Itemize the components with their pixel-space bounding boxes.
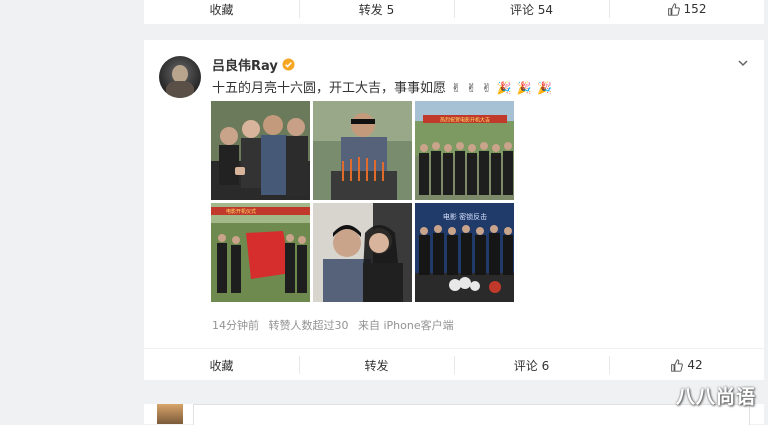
victory-hand-icon: ✌ <box>451 81 462 95</box>
post-source: 来自 iPhone客户端 <box>358 319 454 332</box>
photo-6[interactable]: 电影 密锁反击 <box>415 203 514 302</box>
verified-badge-icon <box>282 58 295 71</box>
post-meta: 14分钟前 转赞人数超过30 来自 iPhone客户端 <box>212 317 454 333</box>
repost-info: 转赞人数超过30 <box>268 319 349 332</box>
username-row: 吕良伟Ray <box>212 55 295 74</box>
party-popper-icon: 🎉 <box>496 81 512 95</box>
photo-4[interactable]: 电影开机仪式 <box>211 203 310 302</box>
like-count: 152 <box>683 2 707 16</box>
photo-4-image: 电影开机仪式 <box>211 203 310 302</box>
post-action-bar: 收藏 转发 评论 6 42 <box>144 348 764 381</box>
like-count: 42 <box>687 358 703 372</box>
photo-3-image: 热烈祝贺电影开机大吉 <box>415 101 514 200</box>
post-time[interactable]: 14分钟前 <box>212 319 259 332</box>
victory-hand-icon: ✌ <box>481 81 492 95</box>
photo-grid: 热烈祝贺电影开机大吉 电影开机仪式 电影 密锁反击 <box>211 101 514 302</box>
photo-4-banner-text: 电影开机仪式 <box>226 208 256 215</box>
photo-1[interactable] <box>211 101 310 200</box>
comment-button[interactable]: 评论 54 <box>454 0 609 24</box>
thumbs-up-icon <box>667 2 680 16</box>
photo-5[interactable] <box>313 203 412 302</box>
repost-button[interactable]: 转发 <box>299 349 454 381</box>
username-link[interactable]: 吕良伟Ray <box>212 55 278 74</box>
photo-6-image: 电影 密锁反击 <box>415 203 514 302</box>
repost-button[interactable]: 转发 5 <box>299 0 454 24</box>
favorite-label: 收藏 <box>209 2 234 17</box>
victory-hand-icon: ✌ <box>466 81 477 95</box>
repost-label: 转发 <box>364 358 389 373</box>
photo-1-image <box>211 101 310 200</box>
repost-label: 转发 5 <box>358 2 395 17</box>
like-button[interactable]: 152 <box>609 0 764 24</box>
like-button[interactable]: 42 <box>609 349 764 381</box>
photo-2-image <box>313 101 412 200</box>
post-text: 十五的月亮十六圆，开工大吉，事事如愿 ✌ ✌ ✌ 🎉 🎉 🎉 <box>212 77 552 96</box>
post-card: 吕良伟Ray 十五的月亮十六圆，开工大吉，事事如愿 ✌ ✌ ✌ 🎉 🎉 🎉 热烈… <box>144 40 764 380</box>
favorite-label: 收藏 <box>209 358 234 373</box>
post-text-content: 十五的月亮十六圆，开工大吉，事事如愿 <box>212 81 447 96</box>
comment-label: 评论 6 <box>513 358 550 373</box>
avatar[interactable] <box>159 56 201 98</box>
party-popper-icon: 🎉 <box>516 81 532 95</box>
avatar-body <box>166 81 194 98</box>
photo-3-banner-text: 热烈祝贺电影开机大吉 <box>440 117 490 124</box>
photo-6-banner-text: 电影 密锁反击 <box>443 212 487 221</box>
favorite-button[interactable]: 收藏 <box>144 0 299 24</box>
favorite-button[interactable]: 收藏 <box>144 349 299 381</box>
comment-input[interactable] <box>193 404 750 425</box>
photo-3[interactable]: 热烈祝贺电影开机大吉 <box>415 101 514 200</box>
thumbs-up-icon <box>671 358 684 372</box>
photo-5-image <box>313 203 412 302</box>
photo-2[interactable] <box>313 101 412 200</box>
previous-post-action-bar: 收藏 转发 5 评论 54 152 <box>144 0 764 24</box>
watermark: 八八尚语 <box>675 386 756 408</box>
party-popper-icon: 🎉 <box>536 81 552 95</box>
comment-button[interactable]: 评论 6 <box>454 349 609 381</box>
commenter-avatar[interactable] <box>157 404 183 424</box>
comment-label: 评论 54 <box>509 2 554 17</box>
chevron-down-icon[interactable] <box>736 56 750 70</box>
